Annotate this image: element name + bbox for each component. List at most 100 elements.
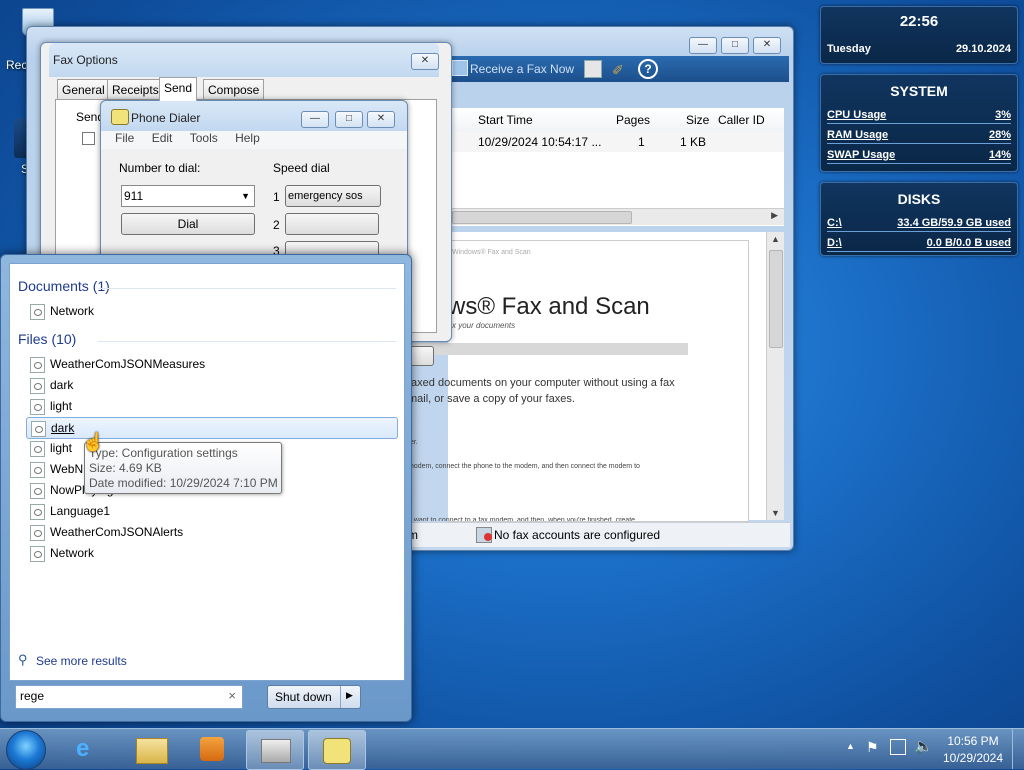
list-item[interactable]: Network (26, 543, 396, 563)
receive-fax-button[interactable]: Receive a Fax Now (470, 62, 574, 76)
show-hidden-icons[interactable]: ▲ (846, 741, 855, 751)
flag-icon[interactable]: ⚑ (866, 739, 879, 756)
speed-dial-2-button[interactable] (285, 213, 379, 235)
menu-help[interactable]: Help (235, 131, 260, 145)
config-file-icon (30, 441, 45, 457)
folder-icon (136, 738, 168, 764)
vscroll-thumb[interactable] (769, 250, 783, 348)
menu-file[interactable]: File (115, 131, 134, 145)
fax-scan-taskbar-button[interactable] (246, 730, 304, 770)
search-input[interactable]: rege × (15, 685, 243, 709)
clear-search-icon[interactable]: × (228, 688, 236, 703)
ram-value: 28% (988, 129, 1011, 141)
phone-dialer-taskbar-button[interactable] (308, 730, 366, 770)
dialer-minimize-button[interactable]: — (301, 111, 329, 128)
chevron-down-icon[interactable]: ▼ (241, 186, 250, 206)
list-item[interactable]: light (26, 396, 396, 416)
config-file-icon (30, 357, 45, 373)
tab-send[interactable]: Send (159, 77, 198, 101)
tab-general[interactable]: General (57, 79, 110, 100)
network-icon[interactable] (890, 739, 906, 755)
separator (98, 288, 396, 289)
see-more-results-link[interactable]: See more results (36, 654, 127, 668)
minimize-button[interactable]: — (689, 37, 717, 54)
tooltip-type: Type: Configuration settings (89, 446, 238, 460)
number-value: 911 (124, 189, 144, 203)
phone-dialer-taskbar-icon (323, 738, 351, 764)
scroll-thumb[interactable] (452, 211, 632, 224)
shutdown-button[interactable]: Shut down ▶ (267, 685, 361, 709)
config-file-icon (30, 546, 45, 562)
documents-group-header[interactable]: Documents (1) (18, 278, 110, 294)
fax-toolbar: Receive a Fax Now ✐ ? (424, 56, 789, 82)
search-value: rege (20, 689, 45, 703)
shutdown-options-icon[interactable]: ▶ (346, 690, 353, 701)
number-to-dial-label: Number to dial: (119, 161, 201, 175)
show-desktop-button[interactable] (1012, 729, 1024, 769)
preview-para3: modem, connect the phone to the modem, a… (408, 463, 640, 470)
list-item[interactable]: Network (26, 301, 396, 321)
media-player-icon (200, 737, 224, 761)
scroll-down-icon[interactable]: ▼ (771, 508, 780, 518)
preview-tiny-title: Windows® Fax and Scan (452, 249, 531, 256)
swap-usage-row[interactable]: SWAP Usage 14% (827, 149, 1011, 165)
disk-c-row[interactable]: C:\ 33.4 GB/59.9 GB used (827, 217, 1011, 233)
files-group-header[interactable]: Files (10) (18, 331, 76, 347)
speed-dial-2-number: 2 (273, 218, 280, 232)
disk-d-value: 0.0 B/0.0 B used (926, 237, 1011, 249)
disk-d-row[interactable]: D:\ 0.0 B/0.0 B used (827, 237, 1011, 253)
print-icon[interactable] (584, 60, 602, 78)
fax-options-titlebar: Fax Options (49, 43, 439, 77)
dialer-close-button[interactable]: ✕ (367, 111, 395, 128)
tools-icon[interactable]: ✐ (612, 62, 624, 79)
ram-usage-row[interactable]: RAM Usage 28% (827, 129, 1011, 145)
fax-icon (261, 739, 291, 763)
send-option-checkbox[interactable] (82, 132, 95, 145)
menu-edit[interactable]: Edit (152, 131, 173, 145)
close-button[interactable]: ✕ (753, 37, 781, 54)
phone-dialer-titlebar: Phone Dialer — □ ✕ (101, 101, 407, 131)
gadget-date: 29.10.2024 (955, 43, 1011, 55)
list-item[interactable]: Language1 (26, 501, 396, 521)
disk-d-label: D:\ (827, 237, 842, 249)
col-caller-id[interactable]: Caller ID (718, 113, 765, 127)
cpu-usage-row[interactable]: CPU Usage 3% (827, 109, 1011, 125)
start-button[interactable] (6, 730, 46, 770)
horizontal-scrollbar[interactable]: ▶ (448, 208, 784, 225)
tab-compose[interactable]: Compose (203, 79, 265, 100)
scroll-up-icon[interactable]: ▲ (771, 234, 780, 244)
shutdown-label: Shut down (275, 690, 332, 704)
list-item[interactable]: dark (26, 375, 396, 395)
tab-receipts[interactable]: Receipts (107, 79, 164, 100)
help-icon[interactable]: ? (638, 59, 658, 79)
table-row[interactable]: 10/29/2024 10:54:17 ... 1 1 KB (448, 132, 784, 152)
internet-explorer-taskbar-button[interactable]: e (62, 730, 118, 768)
dial-button[interactable]: Dial (121, 213, 255, 235)
menu-tools[interactable]: Tools (190, 131, 218, 145)
dialer-maximize-button[interactable]: □ (335, 111, 363, 128)
col-size[interactable]: Size (686, 113, 709, 127)
config-file-icon (30, 462, 45, 478)
volume-muted-icon[interactable]: 🔈 (914, 737, 933, 755)
vertical-scrollbar[interactable]: ▲ ▼ (766, 232, 784, 520)
explorer-taskbar-button[interactable] (124, 730, 180, 768)
taskbar-time[interactable]: 10:56 PM (940, 734, 1006, 748)
number-to-dial-combo[interactable]: 911 ▼ (121, 185, 255, 207)
maximize-button[interactable]: □ (721, 37, 749, 54)
gadget-time: 22:56 (899, 13, 939, 30)
config-file-icon (31, 421, 46, 437)
fax-options-close-button[interactable]: ✕ (411, 53, 439, 70)
speed-dial-1-button[interactable]: emergency sos (285, 185, 381, 207)
speed-dial-1-number: 1 (273, 190, 280, 204)
list-item[interactable]: WeatherComJSONMeasures (26, 354, 396, 374)
disks-title: DISKS (897, 191, 941, 207)
list-item[interactable]: WeatherComJSONAlerts (26, 522, 396, 542)
scroll-right-icon[interactable]: ▶ (771, 210, 778, 221)
col-pages[interactable]: Pages (616, 113, 650, 127)
media-player-taskbar-button[interactable] (186, 730, 242, 768)
preview-heading: ws® Fax and Scan (448, 293, 650, 320)
disk-c-value: 33.4 GB/59.9 GB used (897, 217, 1011, 229)
taskbar-date[interactable]: 10/29/2024 (940, 751, 1006, 765)
col-start-time[interactable]: Start Time (478, 113, 533, 127)
cell-start-time: 10/29/2024 10:54:17 ... (478, 135, 602, 149)
